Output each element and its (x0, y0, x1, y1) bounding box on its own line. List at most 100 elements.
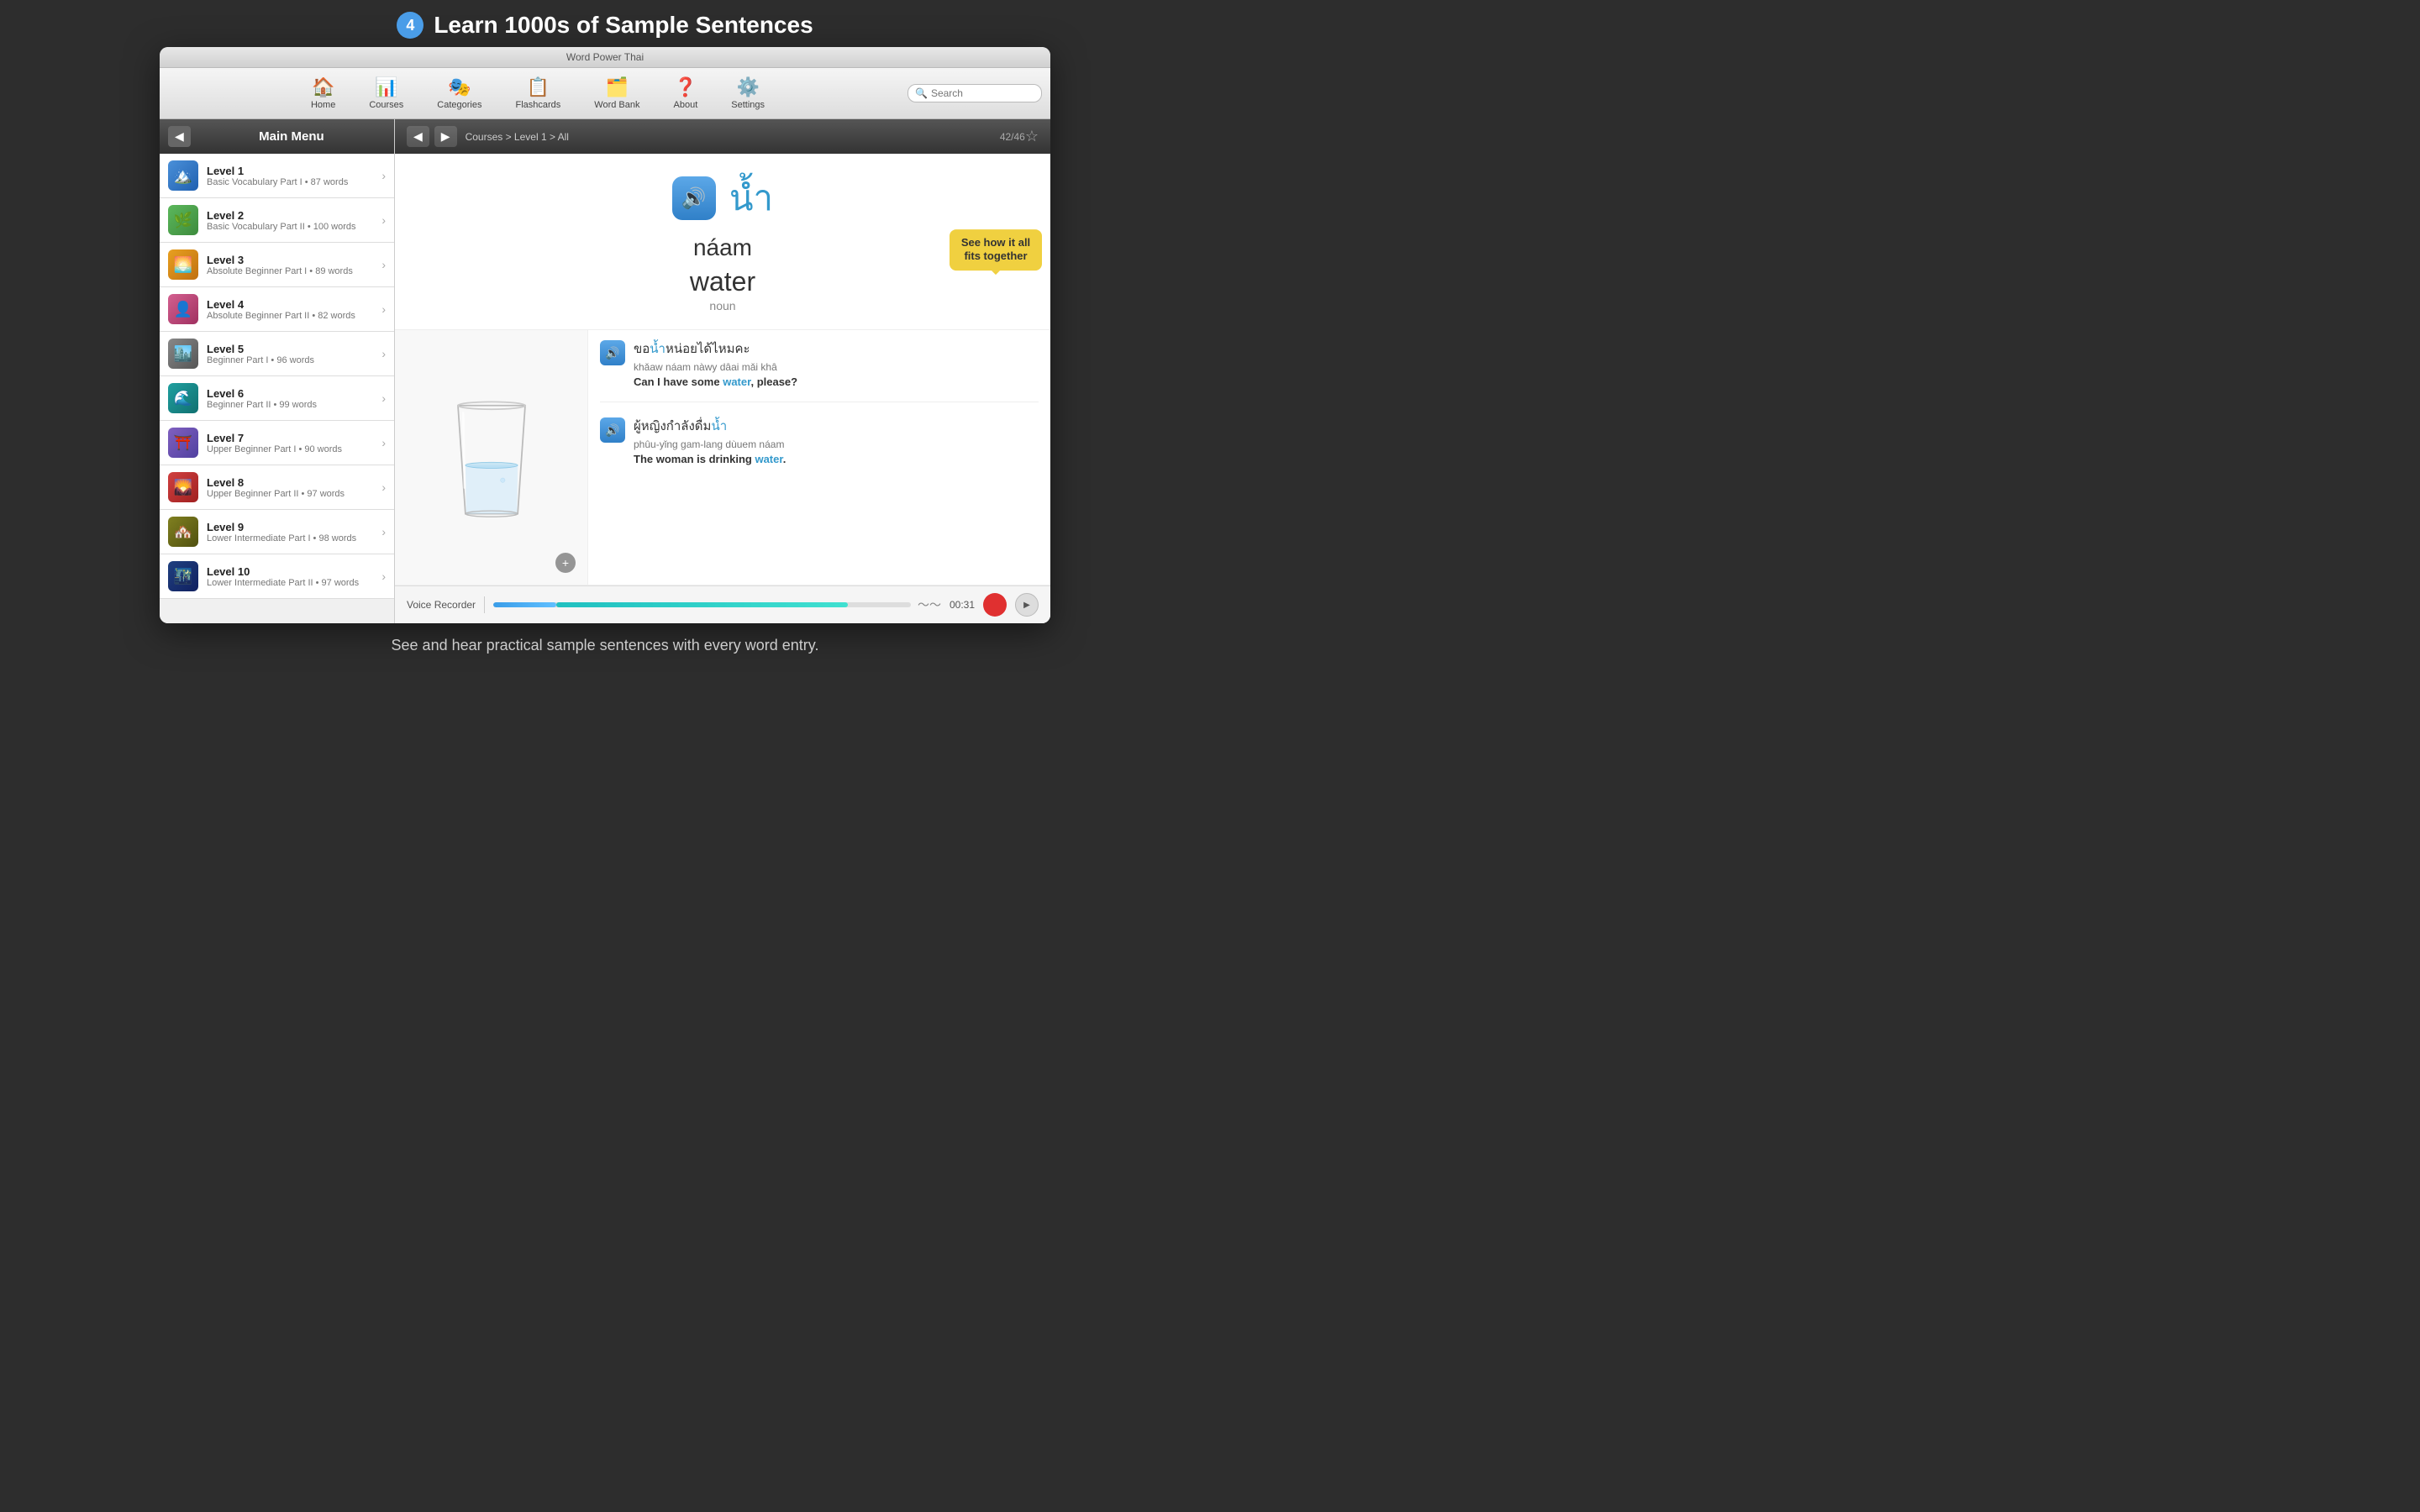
prev-button[interactable]: ◀ (407, 126, 429, 147)
level-4-arrow: › (381, 302, 386, 316)
level-4-thumb: 👤 (168, 294, 198, 324)
level-3-desc: Absolute Beginner Part I • 89 words (207, 266, 373, 276)
star-button[interactable]: ☆ (1025, 128, 1039, 145)
sentences-area: + 🔊 ขอน้ำหน่อยได้ไหมคะ khǎaw náam nàwy d… (395, 330, 1050, 585)
sentence-2-romanized: phûu-yǐng gam-lang dùuem náam (634, 438, 1039, 450)
title-bar: Word Power Thai (160, 47, 1050, 68)
level-8-name: Level 8 (207, 476, 373, 489)
search-box[interactable]: 🔍 (908, 84, 1042, 102)
sound-waves-icon: 〜〜 (918, 596, 941, 613)
voice-separator (484, 596, 485, 613)
sentence-item-1: 🔊 ขอน้ำหน่อยได้ไหมคะ khǎaw náam nàwy dâa… (600, 339, 1039, 388)
wordbank-icon: 🗂️ (606, 76, 629, 98)
sidebar-back-button[interactable]: ◀ (168, 126, 191, 147)
search-input[interactable] (931, 87, 1034, 99)
level-1-info: Level 1 Basic Vocabulary Part I • 87 wor… (207, 165, 373, 187)
nav-categories[interactable]: 🎭 Categories (420, 73, 498, 113)
record-button[interactable] (983, 593, 1007, 617)
sentence-2-english-highlight: water (755, 453, 782, 465)
level-item-3[interactable]: 🌅 Level 3 Absolute Beginner Part I • 89 … (160, 243, 394, 287)
bottom-caption: See and hear practical sample sentences … (0, 623, 1210, 668)
main-content: ◀ Main Menu 🏔️ Level 1 Basic Vocabulary … (160, 119, 1050, 623)
level-7-thumb: ⛩️ (168, 428, 198, 458)
sentence-2-text: ผู้หญิงกำลังดื่มน้ำ phûu-yǐng gam-lang d… (634, 416, 1039, 465)
mini-speaker-2-icon: 🔊 (605, 423, 619, 438)
play-button[interactable]: ▶ (1015, 593, 1039, 617)
sentence-1-english: Can I have some water, please? (634, 375, 1039, 388)
top-header: 4 Learn 1000s of Sample Sentences (0, 0, 1210, 47)
level-item-4[interactable]: 👤 Level 4 Absolute Beginner Part II • 82… (160, 287, 394, 332)
level-2-arrow: › (381, 213, 386, 227)
level-10-thumb: 🌃 (168, 561, 198, 591)
sidebar-title: Main Menu (197, 129, 386, 144)
right-panel: ◀ ▶ Courses > Level 1 > All 42/46 ☆ 🔊 น้… (395, 119, 1050, 623)
sentence-1-speaker[interactable]: 🔊 (600, 340, 625, 365)
sentence-2-speaker[interactable]: 🔊 (600, 417, 625, 443)
tooltip-bubble: See how it all fits together (950, 229, 1042, 271)
speaker-button[interactable]: 🔊 (672, 176, 716, 220)
level-item-1[interactable]: 🏔️ Level 1 Basic Vocabulary Part I • 87 … (160, 154, 394, 198)
sentence-1-text: ขอน้ำหน่อยได้ไหมคะ khǎaw náam nàwy dâai … (634, 339, 1039, 388)
level-8-desc: Upper Beginner Part II • 97 words (207, 489, 373, 499)
thai-word: น้ำ (729, 171, 773, 226)
right-header: ◀ ▶ Courses > Level 1 > All 42/46 ☆ (395, 119, 1050, 154)
level-item-2[interactable]: 🌿 Level 2 Basic Vocabulary Part II • 100… (160, 198, 394, 243)
level-item-5[interactable]: 🏙️ Level 5 Beginner Part I • 96 words › (160, 332, 394, 376)
level-item-8[interactable]: 🌄 Level 8 Upper Beginner Part II • 97 wo… (160, 465, 394, 510)
time-display: 00:31 (950, 599, 975, 611)
sentence-2-english: The woman is drinking water. (634, 453, 1039, 465)
about-icon: ❓ (674, 76, 697, 98)
level-item-6[interactable]: 🌊 Level 6 Beginner Part II • 99 words › (160, 376, 394, 421)
progress-fill-teal (556, 602, 849, 607)
app-title: Word Power Thai (566, 51, 644, 63)
sentence-1-thai-before: ขอ (634, 342, 650, 356)
nav-flashcards-label: Flashcards (516, 100, 561, 110)
level-5-info: Level 5 Beginner Part I • 96 words (207, 343, 373, 365)
mini-speaker-1-icon: 🔊 (605, 346, 619, 360)
level-3-info: Level 3 Absolute Beginner Part I • 89 wo… (207, 254, 373, 276)
level-5-thumb: 🏙️ (168, 339, 198, 369)
sentence-1-thai-after: หน่อยได้ไหมคะ (666, 342, 750, 356)
level-5-arrow: › (381, 347, 386, 360)
sentence-image: + (395, 330, 588, 585)
level-1-name: Level 1 (207, 165, 373, 177)
breadcrumb: Courses > Level 1 > All (466, 131, 992, 143)
romanized-word: náam (693, 234, 752, 261)
voice-recorder-bar: Voice Recorder 〜〜 00:31 ▶ (395, 585, 1050, 623)
nav-home[interactable]: 🏠 Home (294, 73, 352, 113)
level-6-arrow: › (381, 391, 386, 405)
level-7-arrow: › (381, 436, 386, 449)
level-1-thumb: 🏔️ (168, 160, 198, 191)
next-button[interactable]: ▶ (434, 126, 457, 147)
app-window: Word Power Thai 🏠 Home 📊 Courses 🎭 Categ… (160, 47, 1050, 623)
level-4-name: Level 4 (207, 298, 373, 311)
level-1-arrow: › (381, 169, 386, 182)
word-count: 42/46 (1000, 131, 1025, 143)
level-item-9[interactable]: 🏘️ Level 9 Lower Intermediate Part I • 9… (160, 510, 394, 554)
level-1-desc: Basic Vocabulary Part I • 87 words (207, 177, 373, 187)
level-9-arrow: › (381, 525, 386, 538)
sidebar: ◀ Main Menu 🏔️ Level 1 Basic Vocabulary … (160, 119, 395, 623)
level-9-name: Level 9 (207, 521, 373, 533)
level-9-info: Level 9 Lower Intermediate Part I • 98 w… (207, 521, 373, 543)
level-item-7[interactable]: ⛩️ Level 7 Upper Beginner Part I • 90 wo… (160, 421, 394, 465)
word-type: noun (709, 299, 735, 312)
level-3-name: Level 3 (207, 254, 373, 266)
progress-track[interactable] (493, 602, 911, 607)
settings-icon: ⚙️ (736, 76, 759, 98)
zoom-button[interactable]: + (555, 553, 576, 573)
nav-about-label: About (674, 100, 698, 110)
sentence-2-english-after: . (783, 453, 786, 465)
nav-home-label: Home (311, 100, 335, 110)
nav-about[interactable]: ❓ About (657, 73, 715, 113)
home-icon: 🏠 (312, 76, 334, 98)
nav-settings[interactable]: ⚙️ Settings (714, 73, 781, 113)
nav-flashcards[interactable]: 📋 Flashcards (499, 73, 578, 113)
courses-icon: 📊 (375, 76, 397, 98)
sentence-1-english-before: Can I have some (634, 375, 723, 388)
nav-wordbank[interactable]: 🗂️ Word Bank (577, 73, 656, 113)
progress-fill-blue (493, 602, 556, 607)
level-item-10[interactable]: 🌃 Level 10 Lower Intermediate Part II • … (160, 554, 394, 599)
sentence-item-2: 🔊 ผู้หญิงกำลังดื่มน้ำ phûu-yǐng gam-lang… (600, 416, 1039, 465)
nav-courses[interactable]: 📊 Courses (352, 73, 420, 113)
